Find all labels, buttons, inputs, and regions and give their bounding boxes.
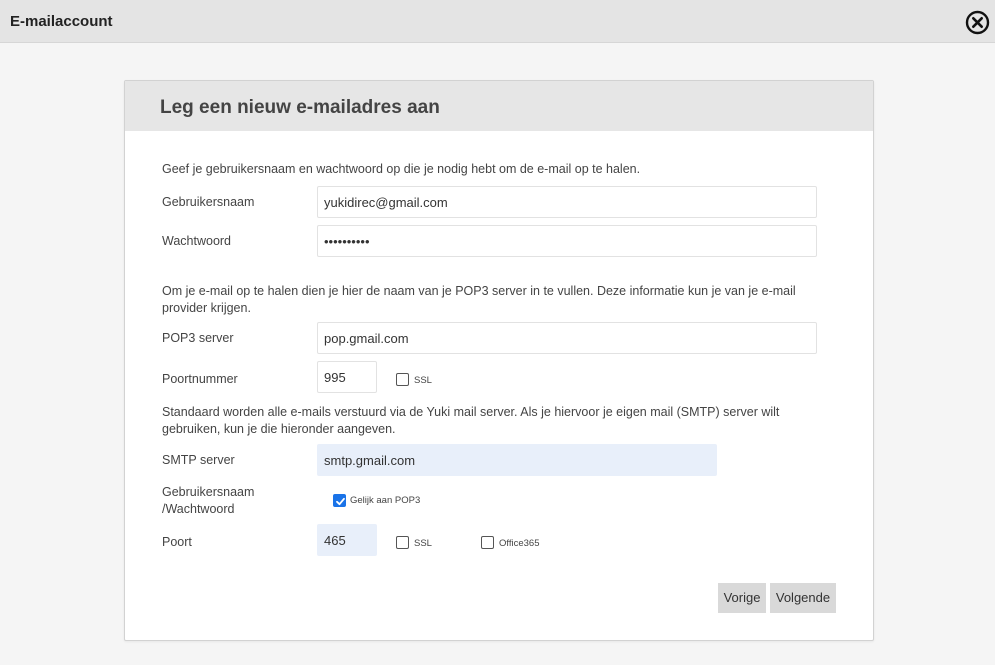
panel-heading: Leg een nieuw e-mailadres aan: [160, 97, 440, 118]
smtp-ssl-label: SSL: [414, 538, 432, 549]
window-title: E-mailaccount: [10, 13, 113, 30]
next-button[interactable]: Volgende: [770, 583, 836, 613]
pop3-server-input[interactable]: [317, 322, 817, 354]
username-label: Gebruikersnaam: [162, 195, 255, 209]
window-titlebar: E-mailaccount: [0, 0, 995, 43]
smtp-credentials-label-line2: /Wachtwoord: [162, 502, 235, 516]
smtp-credentials-label-line1: Gebruikersnaam: [162, 485, 255, 499]
same-as-pop3-label: Gelijk aan POP3: [350, 495, 421, 506]
email-setup-panel: Leg een nieuw e-mailadres aan Geef je ge…: [124, 80, 874, 641]
smtp-port-label: Poort: [162, 535, 192, 549]
office365-label: Office365: [499, 538, 540, 549]
password-label: Wachtwoord: [162, 234, 232, 248]
panel-header: Leg een nieuw e-mailadres aan: [125, 81, 873, 131]
pop3-server-label: POP3 server: [162, 331, 234, 345]
smtp-ssl-checkbox[interactable]: [396, 536, 409, 549]
smtp-server-label: SMTP server: [162, 453, 235, 467]
checkmark-icon: [336, 497, 345, 506]
office365-checkbox[interactable]: [481, 536, 494, 549]
pop3-ssl-label: SSL: [414, 375, 432, 386]
port-number-label: Poortnummer: [162, 372, 238, 386]
password-input[interactable]: [317, 225, 817, 257]
credentials-intro: Geef je gebruikersnaam en wachtwoord op …: [162, 162, 641, 176]
pop3-intro: Om je e-mail op te halen dien je hier de…: [162, 284, 796, 315]
smtp-port-input[interactable]: [317, 524, 377, 556]
same-as-pop3-checkbox[interactable]: [333, 494, 346, 507]
port-number-input[interactable]: [317, 361, 377, 393]
previous-button[interactable]: Vorige: [718, 583, 766, 613]
pop3-ssl-checkbox[interactable]: [396, 373, 409, 386]
close-circle-icon[interactable]: [965, 10, 990, 35]
smtp-server-input[interactable]: [317, 444, 717, 476]
smtp-intro: Standaard worden alle e-mails verstuurd …: [162, 405, 780, 436]
username-input[interactable]: [317, 186, 817, 218]
